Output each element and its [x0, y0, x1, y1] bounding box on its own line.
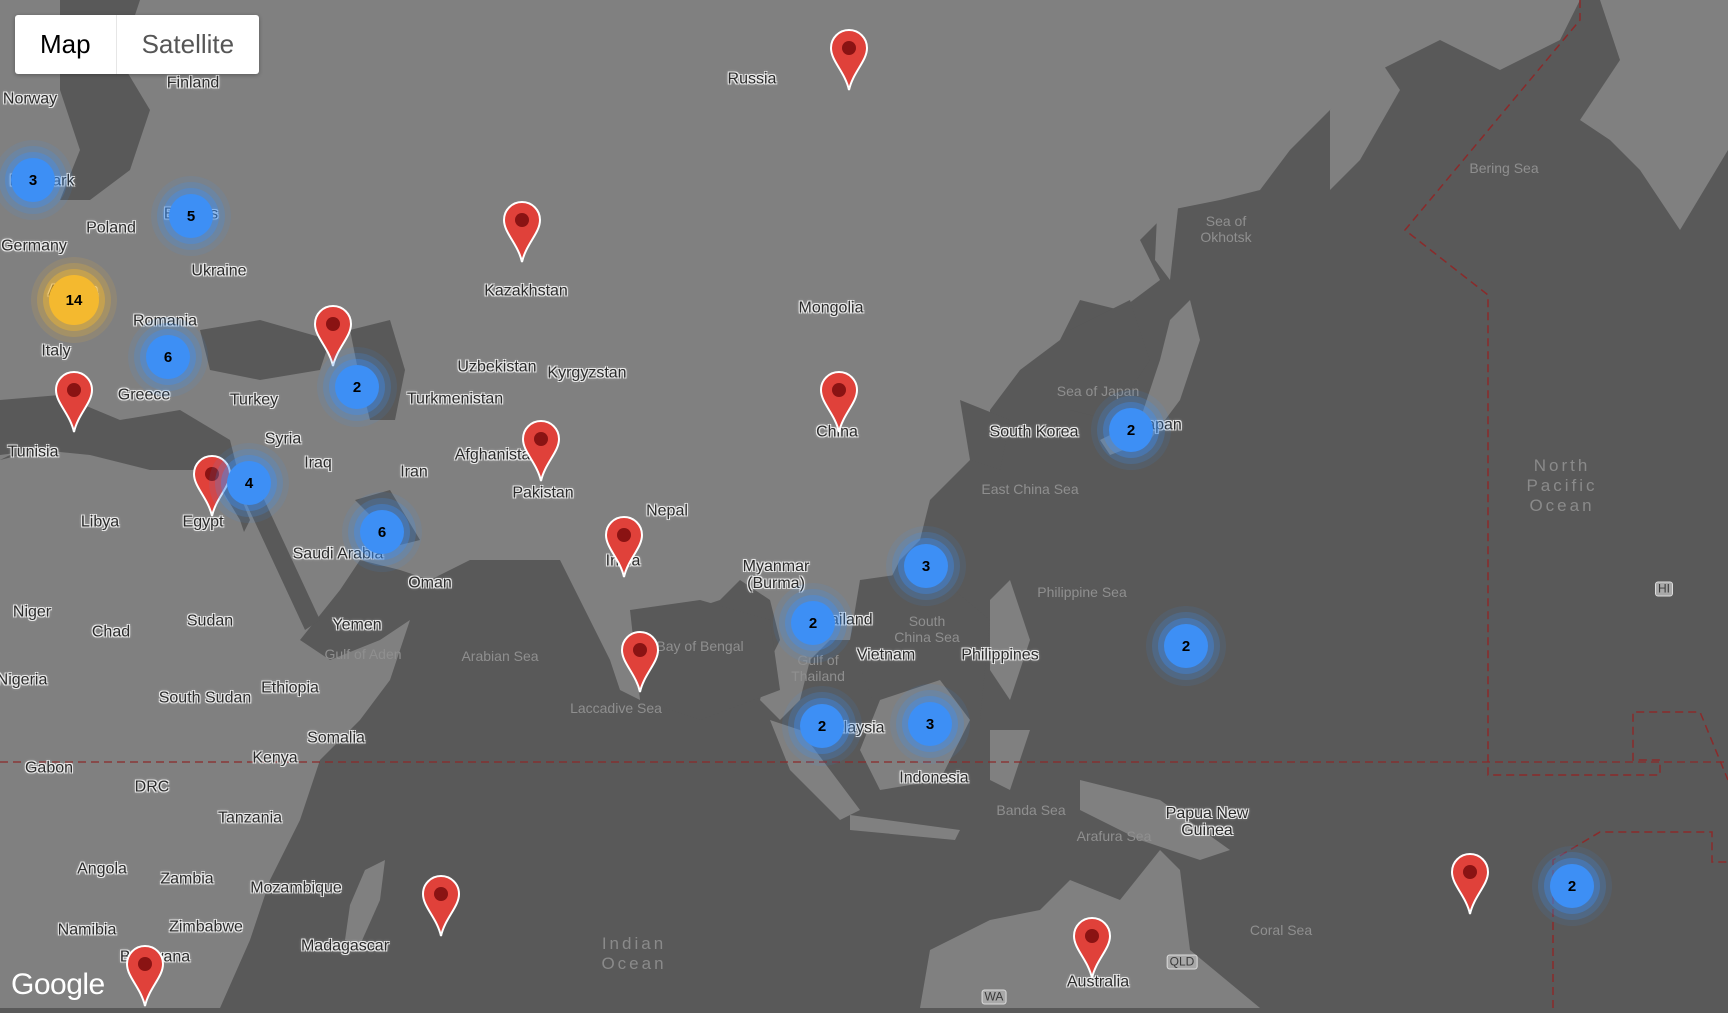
sea-label: Sea of Japan	[1056, 383, 1140, 399]
satellite-button[interactable]: Satellite	[117, 15, 260, 74]
country-label: Mongolia	[798, 299, 864, 317]
ocean-label: Indian Ocean	[601, 934, 667, 973]
country-label: Romania	[132, 312, 198, 330]
map-marker-pin-icon[interactable]	[620, 630, 660, 694]
country-label: Norway	[2, 90, 58, 108]
marker-cluster[interactable]: 3	[904, 544, 948, 588]
sea-label: Sea of Okhotsk	[1200, 213, 1252, 245]
country-label: Chad	[91, 623, 131, 641]
sea-label: East China Sea	[981, 481, 1079, 497]
sea-label: Coral Sea	[1249, 922, 1313, 938]
country-label: Germany	[1, 237, 67, 255]
country-label: Zambia	[160, 870, 214, 888]
country-label: Tanzania	[217, 809, 283, 827]
country-label: South Sudan	[158, 689, 252, 707]
country-label: Nepal	[646, 502, 688, 520]
map-marker-pin-icon[interactable]	[313, 304, 353, 368]
country-label: Pakistan	[512, 484, 574, 502]
country-label: Kenya	[252, 749, 298, 767]
sea-label: Philippine Sea	[1037, 584, 1127, 600]
country-label: Russia	[727, 70, 777, 88]
marker-cluster[interactable]: 6	[360, 510, 404, 554]
map-marker-pin-icon[interactable]	[125, 944, 165, 1008]
sea-label: Bering Sea	[1469, 160, 1539, 176]
country-label: Tunisia	[7, 443, 59, 461]
map-marker-pin-icon[interactable]	[829, 28, 869, 92]
sea-label: Gulf of Aden	[324, 646, 402, 662]
country-label: Madagascar	[300, 937, 390, 955]
country-label: Philippines	[961, 646, 1039, 664]
marker-cluster[interactable]: 2	[791, 601, 835, 645]
marker-cluster[interactable]: 2	[1550, 864, 1594, 908]
country-label: Nigeria	[0, 671, 48, 689]
country-label: Ethiopia	[261, 679, 319, 697]
country-label: Kazakhstan	[484, 282, 568, 300]
marker-cluster[interactable]: 4	[227, 461, 271, 505]
marker-cluster[interactable]: 5	[169, 194, 213, 238]
country-label: Libya	[80, 513, 120, 531]
country-label: Iraq	[304, 454, 332, 472]
country-label: Uzbekistan	[457, 358, 537, 376]
map-marker-pin-icon[interactable]	[54, 370, 94, 434]
marker-cluster[interactable]: 3	[11, 158, 55, 202]
country-label: Gabon	[24, 759, 74, 777]
map-type-control: Map Satellite	[15, 15, 260, 74]
country-label: Poland	[86, 219, 136, 237]
country-label: Mozambique	[250, 879, 342, 897]
country-label: Syria	[264, 430, 302, 448]
map-marker-pin-icon[interactable]	[192, 454, 232, 518]
country-label: Turkmenistan	[406, 390, 504, 408]
country-label: Angola	[77, 860, 127, 878]
country-label: Oman	[408, 574, 452, 592]
country-label: Somalia	[307, 729, 365, 747]
marker-cluster[interactable]: 6	[146, 335, 190, 379]
country-label: DRC	[134, 778, 170, 796]
country-label: Greece	[117, 386, 171, 404]
map-marker-pin-icon[interactable]	[819, 370, 859, 434]
country-label: Iran	[400, 463, 428, 481]
marker-cluster[interactable]: 2	[1164, 624, 1208, 668]
sea-label: Banda Sea	[996, 802, 1066, 818]
country-label: Namibia	[57, 921, 117, 939]
marker-cluster[interactable]: 2	[800, 704, 844, 748]
map-button[interactable]: Map	[15, 15, 117, 74]
country-label: Niger	[12, 603, 52, 621]
marker-cluster[interactable]: 3	[908, 702, 952, 746]
map-marker-pin-icon[interactable]	[502, 200, 542, 264]
state-label: WA	[981, 989, 1007, 1005]
country-label: Vietnam	[856, 646, 916, 664]
state-label: QLD	[1166, 954, 1198, 970]
country-label: South Korea	[989, 423, 1079, 441]
sea-label: Bay of Bengal	[656, 638, 744, 654]
country-label: Kyrgyzstan	[547, 364, 627, 382]
country-label: Turkey	[229, 391, 279, 409]
map-marker-pin-icon[interactable]	[1072, 916, 1112, 980]
ocean-label: North Pacific Ocean	[1526, 456, 1598, 515]
map-marker-pin-icon[interactable]	[521, 419, 561, 483]
country-label: Papua New Guinea	[1165, 805, 1249, 839]
google-logo[interactable]: Google	[11, 968, 105, 1002]
sea-label: Arabian Sea	[461, 648, 539, 664]
sea-label: Arafura Sea	[1076, 828, 1152, 844]
country-label: Zimbabwe	[169, 918, 243, 936]
country-label: Sudan	[186, 612, 234, 630]
sea-label: Gulf of Thailand	[791, 652, 845, 684]
country-label: Italy	[41, 342, 71, 360]
country-label: Ukraine	[191, 262, 247, 280]
country-label: Finland	[166, 74, 220, 92]
marker-cluster[interactable]: 2	[335, 365, 379, 409]
sea-label: Laccadive Sea	[570, 700, 662, 716]
state-label: HI	[1655, 581, 1673, 597]
marker-cluster[interactable]: 2	[1109, 408, 1153, 452]
sea-label: South China Sea	[894, 613, 960, 645]
map-marker-pin-icon[interactable]	[421, 874, 461, 938]
map-marker-pin-icon[interactable]	[1450, 852, 1490, 916]
map-marker-pin-icon[interactable]	[604, 515, 644, 579]
country-label: Indonesia	[899, 769, 969, 787]
country-label: Yemen	[332, 616, 382, 634]
country-label: Myanmar (Burma)	[742, 558, 810, 592]
marker-cluster[interactable]: 14	[49, 275, 99, 325]
